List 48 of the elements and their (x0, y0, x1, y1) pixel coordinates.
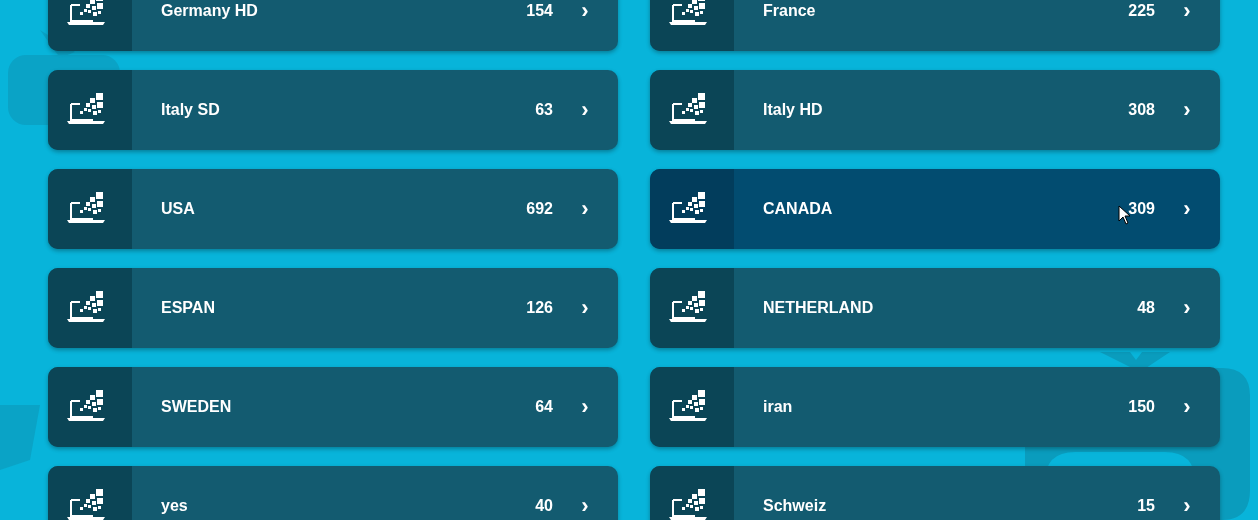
channel-count: 63 (535, 101, 553, 119)
category-name: NETHERLAND (763, 299, 874, 317)
category-card[interactable]: CANADA 309 › (650, 169, 1220, 249)
category-name: iran (763, 398, 793, 416)
category-name: France (763, 2, 816, 20)
chevron-icon: › (576, 394, 594, 420)
channel-count: 48 (1137, 299, 1155, 317)
category-card[interactable]: USA 692 › (48, 169, 618, 249)
category-card[interactable]: ESPAN 126 › (48, 268, 618, 348)
chevron-icon: › (576, 0, 594, 24)
category-name: Italy HD (763, 101, 823, 119)
channel-count: 150 (1128, 398, 1155, 416)
category-name: Italy SD (161, 101, 220, 119)
category-name: SWEDEN (161, 398, 232, 416)
channel-count: 225 (1128, 2, 1155, 20)
category-name: CANADA (763, 200, 833, 218)
channel-count: 308 (1128, 101, 1155, 119)
category-name: ESPAN (161, 299, 215, 317)
category-card[interactable]: Italy SD 63 › (48, 70, 618, 150)
channel-count: 15 (1137, 497, 1155, 515)
chevron-icon: › (1178, 0, 1196, 24)
channel-count: 309 (1128, 200, 1155, 218)
channel-count: 126 (526, 299, 553, 317)
category-card[interactable]: Schweiz 15 › (650, 466, 1220, 520)
chevron-icon: › (576, 97, 594, 123)
chevron-icon: › (1178, 196, 1196, 222)
category-card[interactable]: NETHERLAND 48 › (650, 268, 1220, 348)
category-card[interactable]: yes 40 › (48, 466, 618, 520)
category-name: yes (161, 497, 188, 515)
channel-count: 40 (535, 497, 553, 515)
chevron-icon: › (1178, 295, 1196, 321)
chevron-icon: › (1178, 97, 1196, 123)
chevron-icon: › (576, 493, 594, 519)
category-card[interactable]: Italy HD 308 › (650, 70, 1220, 150)
chevron-icon: › (1178, 394, 1196, 420)
category-card[interactable]: SWEDEN 64 › (48, 367, 618, 447)
category-name: USA (161, 200, 195, 218)
category-name: Schweiz (763, 497, 827, 515)
channel-count: 64 (535, 398, 553, 416)
channel-count: 154 (526, 2, 553, 20)
channel-count: 692 (526, 200, 553, 218)
chevron-icon: › (576, 295, 594, 321)
category-card[interactable]: iran 150 › (650, 367, 1220, 447)
chevron-icon: › (1178, 493, 1196, 519)
category-card[interactable]: France 225 › (650, 0, 1220, 51)
category-card[interactable]: Germany HD 154 › (48, 0, 618, 51)
category-name: Germany HD (161, 2, 258, 20)
chevron-icon: › (576, 196, 594, 222)
